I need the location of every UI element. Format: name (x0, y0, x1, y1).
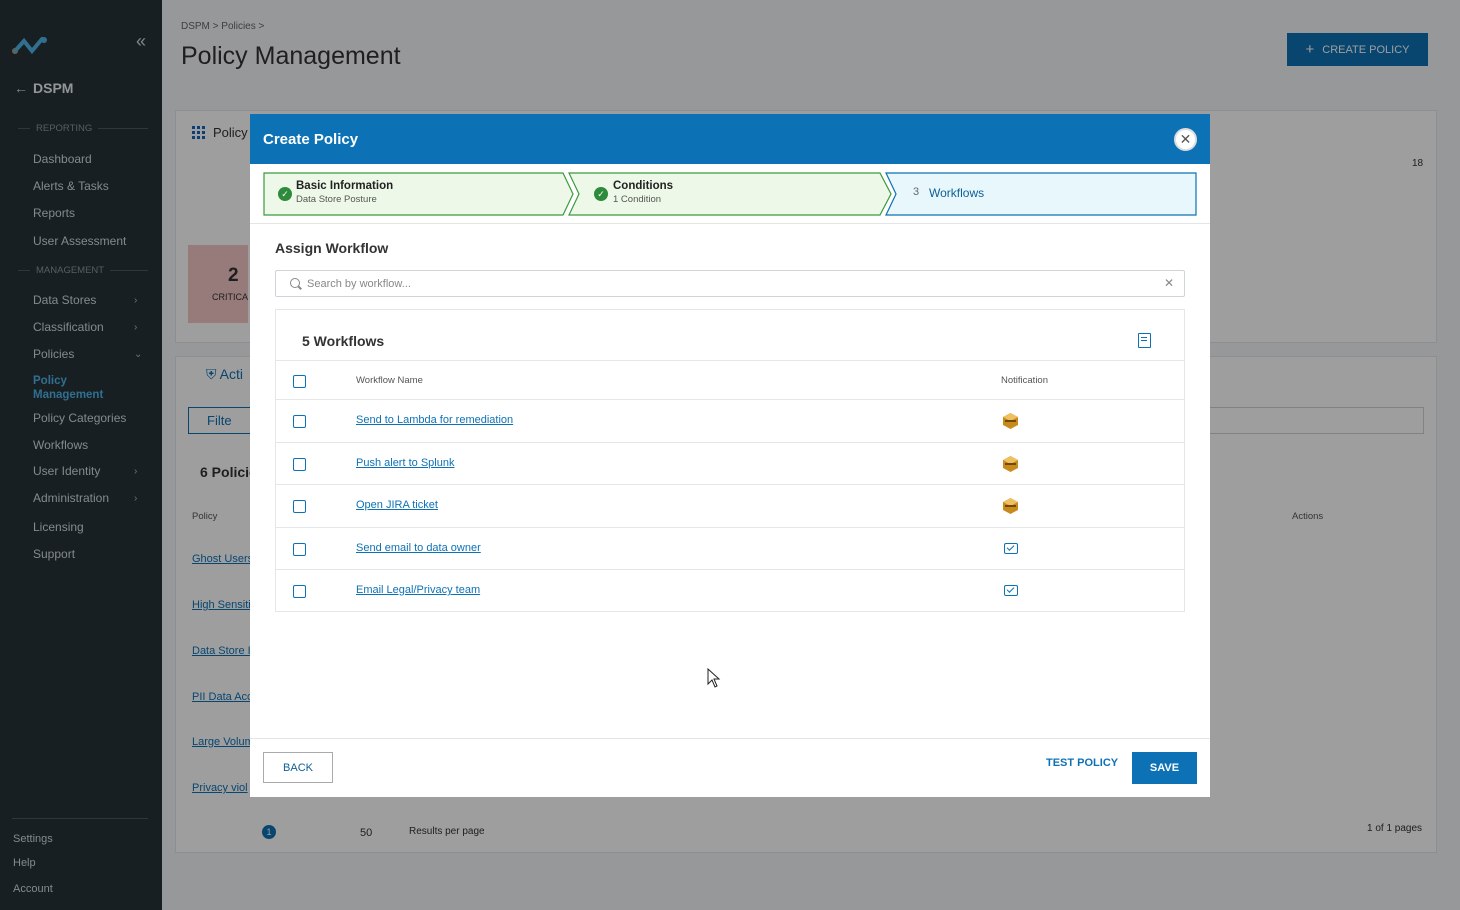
step-title: Conditions (613, 180, 674, 192)
workflow-link[interactable]: Open JIRA ticket (356, 499, 438, 511)
select-all-checkbox[interactable] (293, 375, 306, 388)
aws-lambda-icon (1003, 413, 1018, 429)
col-notification[interactable]: Notification (1001, 375, 1048, 386)
check-icon: ✓ (278, 187, 292, 201)
workflows-count: 5 Workflows (302, 333, 385, 349)
table-row: Open JIRA ticket (276, 485, 1184, 528)
row-checkbox[interactable] (293, 415, 306, 428)
aws-lambda-icon (1003, 455, 1018, 472)
workflow-link[interactable]: Send email to data owner (356, 542, 481, 554)
col-workflow-name[interactable]: Workflow Name (356, 375, 423, 386)
step-workflows[interactable]: 3 Workflows (885, 172, 1197, 216)
row-checkbox[interactable] (293, 457, 306, 471)
workflow-link[interactable]: Push alert to Splunk (356, 457, 454, 469)
check-icon: ✓ (594, 187, 608, 201)
table-row: Push alert to Splunk (276, 443, 1184, 485)
workflow-link[interactable]: Send to Lambda for remediation (356, 414, 513, 426)
search-icon (290, 278, 300, 288)
stepper: ✓ Basic Information Data Store Posture ✓ … (263, 172, 1197, 216)
modal-header: Create Policy (250, 114, 1210, 164)
save-button[interactable]: SAVE (1132, 752, 1197, 784)
row-checkbox[interactable] (293, 500, 306, 513)
close-icon[interactable]: ✕ (1174, 128, 1197, 151)
workflow-search: ✕ (275, 270, 1185, 297)
divider (250, 223, 1210, 224)
modal-title: Create Policy (263, 130, 359, 148)
step-subtitle: 1 Condition (613, 194, 662, 205)
step-title: Basic Information (296, 180, 394, 192)
create-policy-modal: Create Policy ✕ ✓ Basic Information Data … (250, 114, 1210, 797)
step-basic-information[interactable]: ✓ Basic Information Data Store Posture (263, 172, 574, 216)
mail-icon (1004, 542, 1018, 554)
workflow-table: 5 Workflows Workflow Name Notification S… (275, 309, 1185, 612)
clear-icon[interactable]: ✕ (1164, 276, 1174, 290)
assign-workflow-title: Assign Workflow (275, 240, 389, 256)
test-policy-button[interactable]: TEST POLICY (1046, 757, 1118, 769)
divider (250, 738, 1210, 739)
mail-icon (1004, 585, 1018, 596)
aws-lambda-icon (1003, 498, 1018, 514)
back-button[interactable]: BACK (263, 752, 333, 783)
step-title: Workflows (929, 186, 985, 200)
mouse-cursor-icon (707, 668, 721, 688)
table-row: Email Legal/Privacy team (276, 570, 1184, 613)
step-subtitle: Data Store Posture (296, 194, 377, 205)
row-checkbox[interactable] (293, 542, 306, 556)
workflow-link[interactable]: Email Legal/Privacy team (356, 584, 480, 596)
export-icon[interactable] (1138, 333, 1151, 348)
table-row: Send to Lambda for remediation (276, 400, 1184, 443)
step-conditions[interactable]: ✓ Conditions 1 Condition (568, 172, 893, 216)
step-number: 3 (913, 186, 920, 198)
row-checkbox[interactable] (293, 585, 306, 598)
table-header: Workflow Name Notification (276, 360, 1184, 400)
table-row: Send email to data owner (276, 528, 1184, 570)
workflow-search-input[interactable] (307, 275, 1147, 293)
